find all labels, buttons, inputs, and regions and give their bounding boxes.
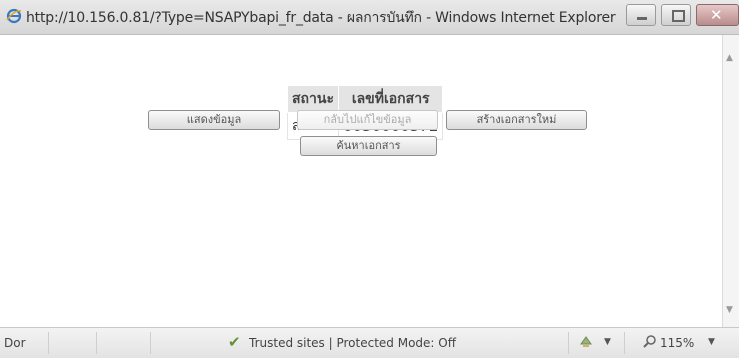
- back-to-edit-button[interactable]: กลับไปแก้ไขข้อมูล: [297, 110, 438, 130]
- close-icon: ✕: [710, 6, 723, 24]
- scroll-up-icon[interactable]: ▲: [726, 53, 733, 63]
- security-icon[interactable]: [579, 335, 593, 349]
- title-bar: http://10.156.0.81/?Type=NSAPYbapi_fr_da…: [0, 0, 739, 35]
- minimize-button[interactable]: [626, 4, 656, 26]
- search-document-button[interactable]: ค้นหาเอกสาร: [300, 136, 437, 156]
- check-icon: ✔: [228, 333, 241, 351]
- minimize-icon: [637, 17, 647, 20]
- status-divider: [48, 332, 49, 354]
- status-divider: [96, 332, 97, 354]
- zoom-level[interactable]: 115%: [660, 336, 694, 350]
- show-data-button[interactable]: แสดงข้อมูล: [148, 110, 280, 130]
- status-bar: Dor ✔ Trusted sites | Protected Mode: Of…: [0, 327, 739, 358]
- page-content: สถานะ เลขที่เอกสาร สำเร็จ 0030000372 แสด…: [0, 35, 722, 327]
- close-button[interactable]: ✕: [696, 4, 739, 26]
- status-column-header: สถานะ: [287, 85, 339, 113]
- ie-icon: [6, 8, 22, 24]
- security-zone-text[interactable]: Trusted sites | Protected Mode: Off: [249, 336, 456, 350]
- create-new-document-button[interactable]: สร้างเอกสารใหม่: [446, 110, 587, 130]
- chevron-down-icon[interactable]: ▼: [604, 337, 611, 347]
- status-text: Dor: [4, 336, 26, 350]
- status-divider: [568, 332, 569, 354]
- zoom-icon[interactable]: [643, 334, 657, 348]
- window-title: http://10.156.0.81/?Type=NSAPYbapi_fr_da…: [26, 10, 616, 26]
- chevron-down-icon[interactable]: ▼: [708, 337, 715, 347]
- maximize-icon: [672, 10, 685, 22]
- browser-window: http://10.156.0.81/?Type=NSAPYbapi_fr_da…: [0, 0, 739, 358]
- scroll-down-icon[interactable]: ▼: [726, 305, 733, 315]
- status-divider: [624, 332, 625, 354]
- maximize-button[interactable]: [661, 4, 691, 26]
- table-header-row: สถานะ เลขที่เอกสาร: [287, 85, 444, 113]
- status-divider: [150, 332, 151, 354]
- doc-number-column-header: เลขที่เอกสาร: [337, 85, 444, 113]
- vertical-scrollbar[interactable]: ▲ ▼: [722, 35, 739, 327]
